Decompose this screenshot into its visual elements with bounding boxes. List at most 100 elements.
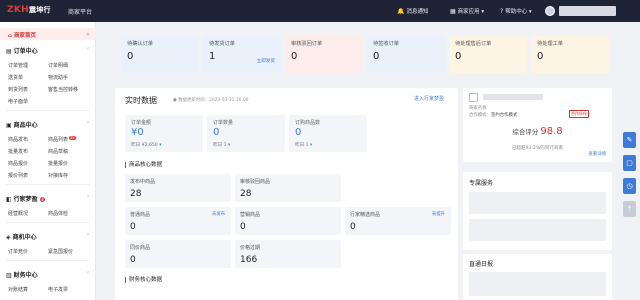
mode-value: 签约合作模式 [490,113,518,118]
sidebar-item-goods-publish[interactable]: 商品发布 [8,136,28,143]
goods-rejected-card[interactable]: 审核驳回商品 28 [235,174,341,202]
title-bar [125,276,126,283]
sidebar-item-goods-quote[interactable]: 商品报价 [8,160,28,167]
work-order-card[interactable]: 待处理工单 0 [531,36,609,73]
pending-confirm-card[interactable]: 待确认订单 0 [121,36,199,73]
user-name-redacted[interactable] [559,6,616,16]
chevron-up-icon[interactable]: ⌃ [86,271,90,277]
metric-compare: 昨日 ¥2,650 ▾ [131,142,162,148]
sidebar-item-e-invoice[interactable]: 电子发票 [48,286,68,293]
goods-marketing-card[interactable]: 营销商品 0 [235,207,341,235]
sidebar-item-order-bidding[interactable]: 订单竞价 [8,248,28,255]
view-detail-link[interactable]: 查看详情 [588,151,606,157]
ship-now-link[interactable]: 立即发货 [257,58,275,64]
chevron-up-icon[interactable]: ⌃ [86,195,90,201]
news-title: 直通日报 [469,261,494,268]
sidebar-item-arrival-list[interactable]: 到货列表 [8,86,28,93]
score-row: 综合评分 98.8 [463,126,612,137]
service-item[interactable] [469,219,606,241]
sidebar-item-batch-quote[interactable]: 批量报价 [48,160,68,167]
go-improve-link[interactable]: 去提升 [432,211,445,217]
goods-published-card[interactable]: 发布中商品 28 [125,174,231,202]
pending-receipt-card[interactable]: 待签收订单 0 [367,36,445,73]
section-goods-center[interactable]: ▣ 商品中心 [6,120,38,129]
goods-selected-card[interactable]: 行家精选商品 0 去提升 [345,207,451,235]
sidebar-item-batch-publish[interactable]: 批量发布 [8,148,28,155]
sidebar-item-reconciliation[interactable]: 对账结算 [8,286,28,293]
section-opportunity-title: 商机中心 [12,234,37,241]
help-center-menu[interactable]: ? 帮助中心 ▾ [500,7,532,15]
news-item[interactable] [469,272,606,296]
compare-text: 昨日 1 [213,143,227,148]
edit-icon: ✎ [626,136,633,144]
goods-normal-card[interactable]: 普通商品 0 去发布 [125,207,231,235]
section-order-center[interactable]: ▤ 订单中心 [6,46,38,55]
section-finance[interactable]: ▥ 财务中心 [6,270,38,279]
message-notice-button[interactable]: 🔔 消息通知 [397,7,429,15]
sidebar-item-order-manage[interactable]: 订单管理 [8,62,28,69]
goods-list-badge: 39 [69,136,76,140]
metric-order-amount[interactable]: 订单金额 ¥0 昨日 ¥2,650 ▾ [125,115,203,152]
metric-value: 0 [295,127,302,138]
goods-value: 28 [130,189,142,199]
history-button[interactable]: ◷ [623,178,636,194]
merchant-apps-menu[interactable]: ▦ 商家应用 ▾ [450,7,484,15]
metric-goods-count[interactable]: 订购商品数 0 昨日 1 ▾ [289,115,367,152]
service-title: 专属服务 [469,180,494,187]
section-finance-title: 财务中心 [13,272,38,279]
pending-ship-card[interactable]: 待发货订单 1 立即发货 [203,36,281,73]
service-item[interactable] [469,192,606,214]
sidebar-divider [6,222,90,223]
metric-order-count[interactable]: 订单数量 0 昨日 1 ▾ [207,115,285,152]
sidebar-item-transfer[interactable]: 客售当控转移 [48,86,78,93]
note-icon: ▢ [626,159,633,167]
chevron-up-icon[interactable]: ⌃ [86,121,90,127]
sidebar-item-business-overview[interactable]: 经营概况 [8,210,28,217]
sidebar-home-label[interactable]: ⌂ 商家首页 [8,31,36,39]
sidebar-item-urgent-quote[interactable]: 紧急国报价 [48,248,73,255]
merchant-apps-label: 商家应用 ▾ [457,9,485,15]
edit-button[interactable]: ✎ [623,132,636,148]
score-label: 综合评分 [512,128,539,136]
note-button[interactable]: ▢ [623,155,636,171]
logo-text: 震坤行 [28,6,51,14]
sidebar-item-goods-draft[interactable]: 商品草稿 [48,148,68,155]
aftersale-card[interactable]: 待处理售后订单 0 [449,36,527,73]
sidebar-item-goods-list[interactable]: 商品列表 39 [48,136,76,143]
goods-price-expired-card[interactable]: 价格过期 166 [235,240,341,268]
go-publish-link[interactable]: 去发布 [212,211,225,217]
top-navigation-bar: ZKH震坤行 商家平台 🔔 消息通知 ▦ 商家应用 ▾ ? 帮助中心 ▾ [0,0,640,22]
rejected-order-card[interactable]: 审核驳回订单 0 [285,36,363,73]
sidebar-item-stock-sync[interactable]: 对接库存 [48,172,68,179]
enter-expert-link[interactable]: 进入行家梦盈 [414,95,444,102]
collapse-sidebar-icon[interactable]: « [86,31,90,38]
section-order-title: 订单中心 [13,48,38,55]
sidebar-item-order-detail[interactable]: 订单明细 [48,62,68,69]
title-bar [125,161,126,168]
avatar[interactable] [545,6,555,16]
card-label: 待处理工单 [537,41,563,47]
section-opportunity[interactable]: ◈ 商机中心 [6,232,37,241]
order-icon: ▤ [6,48,12,55]
sidebar-item-e-waybill[interactable]: 电子面单 [8,98,28,105]
message-notice-label: 消息通知 [406,9,429,15]
card-label: 待处理售后订单 [455,41,492,47]
sidebar-item-logistics[interactable]: 物流助手 [48,74,68,81]
goods-same-price-card[interactable]: 同价商品 0 [125,240,231,268]
logo[interactable]: ZKH震坤行 [7,5,51,15]
metric-value: 0 [213,127,220,138]
back-to-top-button[interactable]: ⇡ [623,201,636,217]
metric-compare: 昨日 1 ▾ [213,142,230,148]
shop-info-card: 商家名称 合作模式：签约合作模式 合作伙伴 综合评分 98.8 已超越93.2%… [463,88,612,162]
chevron-up-icon[interactable]: ⌃ [86,233,90,239]
sidebar-item-delivery-note[interactable]: 送货单 [8,74,23,81]
chevron-up-icon[interactable]: ⌃ [86,47,90,53]
sidebar-item-goods-check[interactable]: 商品体检 [48,210,68,217]
goods-label: 发布中商品 [130,179,156,185]
sidebar-item-quote-list[interactable]: 报价列表 [8,172,28,179]
section-expert-profit[interactable]: ◧ 行家梦盈 4 [6,194,46,203]
partner-badge: 合作伙伴 [569,110,589,118]
goods-value: 166 [240,255,258,265]
sidebar-divider [6,110,90,111]
sidebar: ⌂ 商家首页 « ▤ 订单中心 ⌃ 订单管理 订单明细 送货单 物流助手 到货列表 … [0,22,96,300]
